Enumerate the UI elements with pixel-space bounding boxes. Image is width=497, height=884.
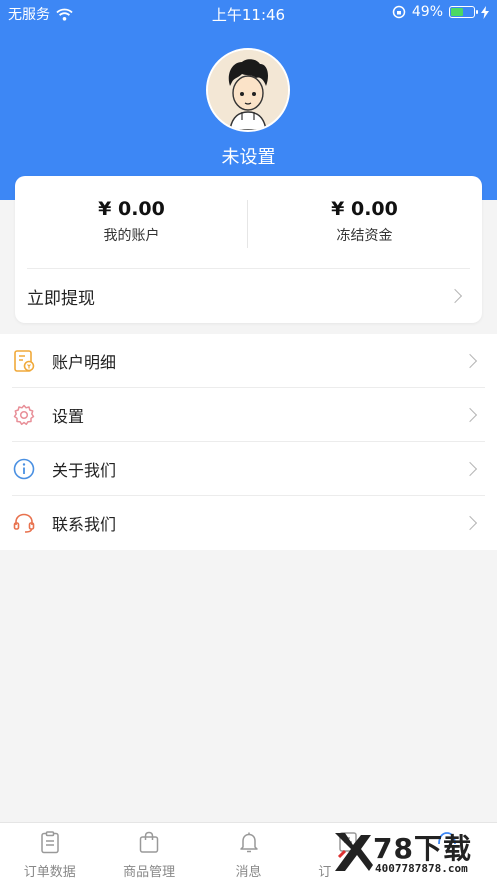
watermark-logo-icon bbox=[335, 833, 373, 871]
chevron-right-icon bbox=[462, 353, 478, 369]
battery-percent: 49% bbox=[411, 4, 443, 20]
watermark-title: 78下载 bbox=[373, 832, 472, 865]
clipboard-icon bbox=[40, 831, 59, 854]
settings-gear-icon bbox=[13, 404, 35, 426]
menu-label-settings: 设置 bbox=[52, 407, 85, 426]
watermark: 78下载 4007787878.com bbox=[331, 827, 491, 881]
profile-name: 未设置 bbox=[221, 147, 276, 168]
chevron-right-icon bbox=[447, 288, 463, 304]
menu-item-contact[interactable]: 联系我们 bbox=[0, 496, 497, 550]
tab-product-management[interactable]: 商品管理 bbox=[99, 823, 198, 884]
frozen-balance[interactable]: ¥ 0.00 冻结资金 bbox=[248, 198, 481, 245]
frozen-label: 冻结资金 bbox=[336, 228, 393, 244]
chevron-right-icon bbox=[462, 515, 478, 531]
settings-menu: 账户明细 设置 关于我们 联系我们 bbox=[0, 334, 497, 550]
cartoon-boy-avatar-icon bbox=[208, 50, 288, 130]
withdraw-row[interactable]: 立即提现 bbox=[15, 269, 482, 323]
account-detail-icon bbox=[14, 350, 35, 372]
tab-label-product-management: 商品管理 bbox=[123, 865, 176, 880]
account-balance[interactable]: ¥ 0.00 我的账户 bbox=[15, 198, 248, 245]
bell-icon bbox=[239, 832, 258, 853]
chevron-right-icon bbox=[462, 461, 478, 477]
menu-label-account-detail: 账户明细 bbox=[52, 353, 117, 372]
menu-label-about: 关于我们 bbox=[52, 461, 117, 480]
charging-bolt-icon bbox=[481, 5, 489, 19]
avatar[interactable] bbox=[206, 48, 290, 132]
account-amount: ¥ 0.00 bbox=[98, 198, 165, 220]
tab-label-messages: 消息 bbox=[235, 865, 262, 880]
watermark-subtitle: 4007787878.com bbox=[375, 862, 468, 875]
headset-icon bbox=[13, 513, 35, 533]
chevron-right-icon bbox=[462, 407, 478, 423]
tab-order-data[interactable]: 订单数据 bbox=[0, 823, 99, 884]
account-label: 我的账户 bbox=[103, 228, 160, 244]
menu-item-about[interactable]: 关于我们 bbox=[0, 442, 497, 496]
battery-icon bbox=[449, 6, 478, 18]
tab-label-order-data: 订单数据 bbox=[23, 865, 76, 880]
shopping-bag-icon bbox=[139, 831, 159, 853]
menu-item-settings[interactable]: 设置 bbox=[0, 388, 497, 442]
menu-item-account-detail[interactable]: 账户明细 bbox=[0, 334, 497, 388]
frozen-amount: ¥ 0.00 bbox=[331, 198, 398, 220]
rotation-lock-icon bbox=[392, 5, 406, 19]
info-icon bbox=[13, 458, 35, 480]
tab-messages[interactable]: 消息 bbox=[199, 823, 298, 884]
menu-label-contact: 联系我们 bbox=[52, 515, 117, 534]
status-bar: 无服务 上午11:46 49% bbox=[0, 0, 497, 26]
wallet-card: ¥ 0.00 我的账户 ¥ 0.00 冻结资金 立即提现 bbox=[15, 176, 482, 323]
withdraw-label: 立即提现 bbox=[27, 288, 95, 309]
